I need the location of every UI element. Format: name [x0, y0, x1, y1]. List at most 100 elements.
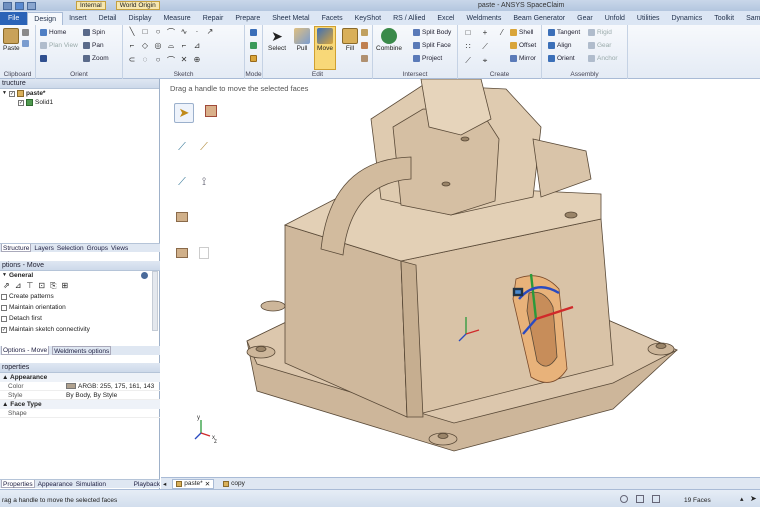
tab-views[interactable]: Views — [111, 244, 128, 252]
tab-keyshot[interactable]: KeyShot — [349, 12, 387, 25]
globe-icon[interactable] — [620, 495, 628, 503]
zoom-button[interactable]: Zoom — [83, 55, 109, 62]
option-checkbox[interactable] — [1, 315, 7, 322]
line-tool-icon[interactable]: ╲ — [127, 27, 137, 36]
undo-icon[interactable] — [27, 1, 36, 10]
offset-button[interactable]: Offset — [510, 42, 536, 49]
ruler-icon[interactable]: ⊿ — [15, 280, 22, 291]
view-icon[interactable] — [636, 495, 644, 503]
combine-button[interactable]: Combine — [376, 28, 402, 52]
tab-design[interactable]: Design — [27, 12, 64, 25]
scroll-left-icon[interactable]: ◂ — [163, 480, 166, 488]
face-type-category[interactable]: ▲ Face Type — [0, 400, 160, 409]
axis-tool-icon[interactable]: + — [480, 28, 490, 37]
section-mode-button[interactable] — [250, 42, 257, 49]
3d-viewport[interactable]: Drag a handle to move the selected faces… — [161, 79, 760, 477]
pin-icon[interactable]: ⊤ — [26, 280, 33, 291]
tab-properties[interactable]: Properties — [1, 480, 35, 488]
tangent-arc-icon[interactable]: ◎ — [153, 41, 163, 50]
cut-button[interactable] — [22, 29, 29, 36]
tab-prepare[interactable]: Prepare — [229, 12, 266, 25]
tab-weldments[interactable]: Weldments — [460, 12, 507, 25]
tangent-button[interactable]: Tangent — [548, 29, 580, 36]
tab-gear[interactable]: Gear — [571, 12, 599, 25]
option-create-patterns[interactable]: Create patterns — [0, 291, 160, 302]
sketch-mode-button[interactable] — [250, 29, 257, 36]
prop-style[interactable]: Style By Body, By Style — [0, 391, 160, 400]
fillet-tool-icon[interactable]: ⌐ — [179, 41, 189, 50]
prop-value[interactable]: By Body, By Style — [66, 391, 160, 399]
mirror-button[interactable]: Mirror — [510, 55, 536, 62]
3d-mode-button[interactable] — [250, 55, 257, 62]
visibility-checkbox[interactable]: ✓ — [18, 99, 24, 106]
options-section-general[interactable]: ▼ General — [0, 271, 160, 280]
blend-button[interactable] — [361, 29, 368, 36]
tab-repair[interactable]: Repair — [197, 12, 230, 25]
tab-measure[interactable]: Measure — [157, 12, 196, 25]
tab-groups[interactable]: Groups — [87, 244, 108, 252]
split-face-button[interactable]: Split Face — [413, 42, 451, 49]
tab-display[interactable]: Display — [123, 12, 158, 25]
extend-tool-icon[interactable]: ⊿ — [192, 41, 202, 50]
options-scrollbar[interactable] — [152, 271, 158, 331]
point-tool-icon[interactable]: · — [192, 27, 202, 36]
three-point-circle-icon[interactable]: ○ — [153, 55, 163, 64]
offset-curve-icon[interactable]: ⌓ — [166, 41, 176, 51]
option-maintain-orientation[interactable]: Maintain orientation — [0, 302, 160, 313]
project-button[interactable]: Project — [413, 55, 442, 62]
flag-icon[interactable]: ⊡ — [38, 280, 45, 291]
tab-sheet-metal[interactable]: Sheet Metal — [266, 12, 315, 25]
split-body-button[interactable]: Split Body — [413, 29, 451, 36]
view-cube-button[interactable] — [40, 55, 47, 62]
collapse-icon[interactable]: ▼ — [2, 271, 7, 280]
align-button[interactable]: Align — [548, 42, 571, 49]
tweak-button[interactable] — [361, 55, 368, 62]
sweep-arc-icon[interactable]: ◌ — [140, 55, 150, 64]
tab-options-move[interactable]: Options - Move — [1, 346, 50, 355]
tab-layers[interactable]: Layers — [34, 244, 54, 252]
spline-tool-icon[interactable]: ∿ — [179, 27, 189, 36]
gear-button[interactable]: Gear — [588, 42, 611, 49]
trim-tool-icon[interactable]: ↗ — [205, 27, 215, 36]
fill-button[interactable]: Fill — [342, 28, 358, 52]
prop-shape[interactable]: Shape — [0, 409, 160, 418]
save-icon[interactable] — [15, 1, 24, 10]
option-detach-first[interactable]: Detach first — [0, 313, 160, 324]
point-create-icon[interactable]: ⁄ — [497, 28, 507, 37]
visibility-checkbox[interactable]: ✓ — [8, 90, 15, 97]
tab-selection[interactable]: Selection — [57, 244, 84, 252]
shell-button[interactable]: Shell — [510, 29, 533, 36]
origin-create-icon[interactable]: ⟋ — [463, 56, 473, 66]
paste-button[interactable]: Paste — [3, 28, 20, 52]
app-icon[interactable] — [3, 1, 12, 10]
replace-button[interactable] — [361, 42, 368, 49]
project-edge-icon[interactable]: ⊕ — [192, 55, 202, 64]
plane-tool-icon[interactable]: □ — [463, 28, 473, 37]
snap-icon[interactable] — [652, 495, 660, 503]
tab-weldments-options[interactable]: Weldments options — [52, 346, 112, 355]
option-checkbox[interactable] — [1, 293, 7, 300]
close-icon[interactable]: ✕ — [205, 480, 210, 488]
context-dropdown[interactable]: Internal — [76, 1, 106, 10]
option-checkbox[interactable] — [1, 304, 7, 311]
copy-move-icon[interactable]: ⎘ — [50, 280, 56, 291]
copy-button[interactable] — [22, 40, 29, 47]
collapse-icon[interactable]: ▼ — [2, 89, 7, 98]
prop-value[interactable]: ARGB: 255, 175, 161, 143 — [66, 382, 160, 390]
tab-sample[interactable]: Sample C# [ — [740, 12, 760, 25]
tab-utilities[interactable]: Utilities — [631, 12, 666, 25]
tab-file[interactable]: File — [0, 12, 28, 25]
tab-toolkit[interactable]: Toolkit — [708, 12, 740, 25]
rigid-button[interactable]: Rigid — [588, 29, 612, 36]
doc-tab-paste[interactable]: paste* ✕ — [172, 478, 215, 489]
option-checkbox[interactable]: ✓ — [1, 326, 7, 333]
tab-simulation-structure[interactable]: Simulation Structure — [76, 480, 131, 497]
arc-tool-icon[interactable]: ⌒ — [166, 27, 176, 38]
tab-appearance[interactable]: Appearance — [38, 480, 73, 488]
circular-pattern-icon[interactable]: ⌖ — [480, 56, 490, 66]
tab-playback[interactable]: Playback — [134, 480, 160, 488]
move-button[interactable]: Move — [314, 26, 336, 70]
tab-unfold[interactable]: Unfold — [599, 12, 631, 25]
selection-dropdown-icon[interactable]: ▴ — [740, 495, 744, 503]
tab-facets[interactable]: Facets — [316, 12, 349, 25]
